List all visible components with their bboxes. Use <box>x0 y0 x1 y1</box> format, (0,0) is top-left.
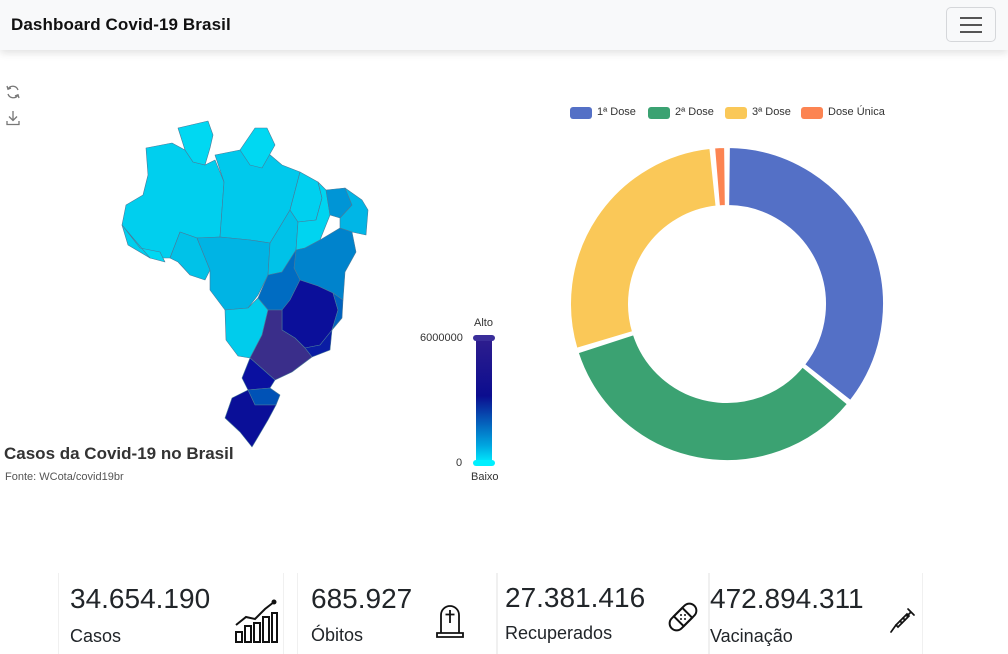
legend-swatch <box>570 107 592 119</box>
visual-map-low-label: Baixo <box>471 471 499 483</box>
stat-label: Casos <box>70 626 122 646</box>
stat-value: 472.894.311 <box>710 583 864 614</box>
legend-swatch <box>725 107 747 119</box>
legend-label: Dose Única <box>828 106 885 118</box>
legend-label: 2ª Dose <box>675 106 714 118</box>
vaccine-dose-donut-chart <box>569 146 885 462</box>
stat-label: Vacinação <box>710 626 793 646</box>
legend-label: 3ª Dose <box>752 106 791 118</box>
map-source: Fonte: WCota/covid19br <box>5 471 124 483</box>
visual-map-high-handle[interactable] <box>473 335 495 341</box>
stat-value: 27.381.416 <box>505 582 646 613</box>
bar-chart-icon <box>235 599 278 643</box>
stat-card-recuperados: 27.381.416 Recuperados <box>497 573 709 654</box>
visual-map-min: 0 <box>456 457 463 469</box>
donut-slice-0[interactable] <box>727 146 885 403</box>
map-title: Casos da Covid-19 no Brasil <box>4 444 234 463</box>
donut-slice-1[interactable] <box>576 333 850 462</box>
tombstone-icon <box>436 605 464 638</box>
visual-map-max: 6000000 <box>420 332 463 344</box>
legend-swatch <box>648 107 670 119</box>
visual-map-high-label: Alto <box>474 317 493 329</box>
stat-value: 685.927 <box>311 583 413 614</box>
stat-card-vacinacao: 472.894.311 Vacinação <box>709 573 923 654</box>
stat-label: Recuperados <box>505 623 613 643</box>
bandage-icon <box>668 602 698 632</box>
navbar: Dashboard Covid-19 Brasil <box>0 0 1008 50</box>
hamburger-icon <box>960 17 982 19</box>
navbar-toggle-button[interactable] <box>946 7 996 42</box>
hamburger-line <box>960 31 982 33</box>
page-title[interactable]: Dashboard Covid-19 Brasil <box>11 15 231 35</box>
stat-card-obitos: 685.927 Óbitos <box>297 573 497 654</box>
stat-card-casos: 34.654.190 Casos <box>58 573 284 654</box>
visual-map-bar <box>476 340 492 464</box>
stat-value: 34.654.190 <box>70 583 211 614</box>
legend-label: 1ª Dose <box>597 106 636 118</box>
brazil-map <box>121 120 369 448</box>
syringe-icon <box>890 608 915 633</box>
hamburger-line <box>960 24 982 26</box>
legend-swatch <box>801 107 823 119</box>
stat-label: Óbitos <box>311 625 364 645</box>
donut-slice-2[interactable] <box>569 146 718 350</box>
visual-map-low-handle[interactable] <box>473 460 495 466</box>
